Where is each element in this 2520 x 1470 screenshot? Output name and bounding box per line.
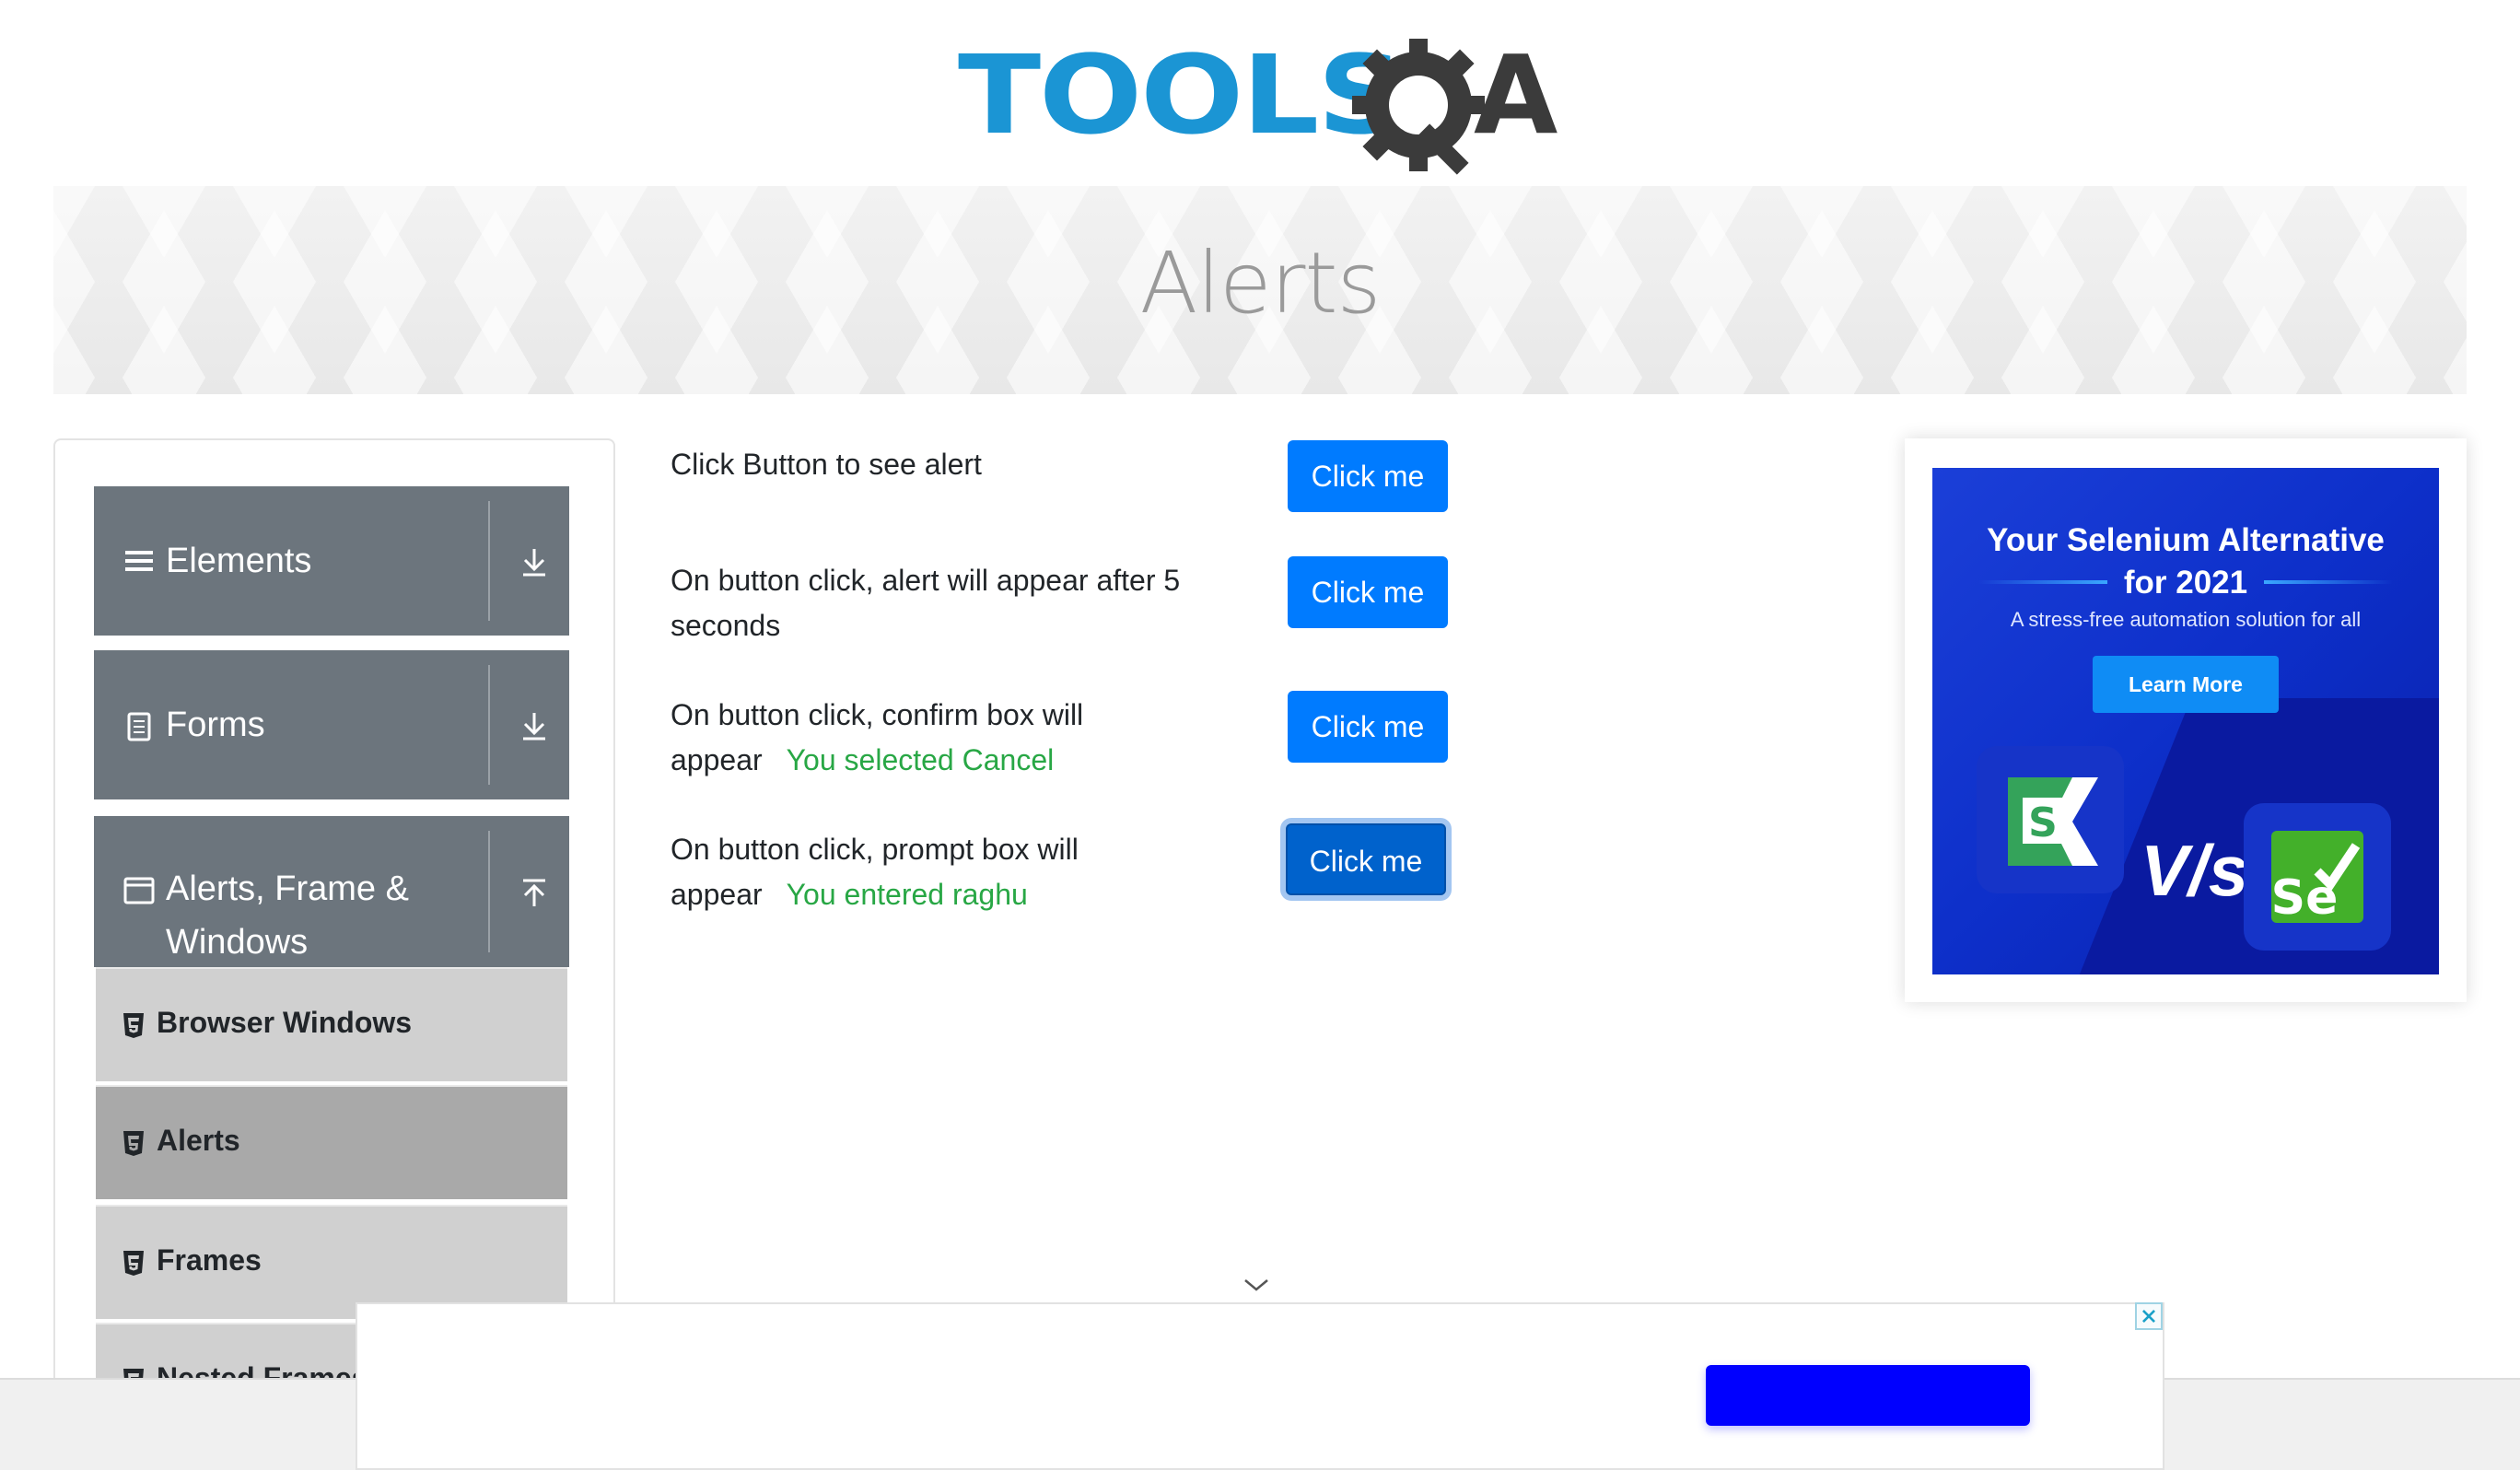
sidebar-group-label: Forms xyxy=(166,706,265,744)
group-divider xyxy=(488,665,490,785)
window-icon xyxy=(123,877,155,904)
html5-icon xyxy=(123,1131,144,1156)
group-divider xyxy=(488,831,490,952)
group-divider xyxy=(488,501,490,621)
sidebar-item-label: Frames xyxy=(157,1243,262,1277)
sidebar-group-forms[interactable]: Forms xyxy=(94,650,569,799)
page-banner: Alerts xyxy=(53,186,2467,394)
html5-icon xyxy=(123,1013,144,1038)
learn-more-button[interactable]: Learn More xyxy=(2093,656,2279,713)
ad-title: Your Selenium Alternative for 2021 xyxy=(1932,519,2439,604)
sidebar-group-alerts-frame-windows[interactable]: Alerts, Frame & Windows xyxy=(94,816,569,967)
sidebar-group-elements[interactable]: Elements xyxy=(94,486,569,636)
logo-text-tools: TOOLS xyxy=(958,31,1405,158)
selenium-logo-icon: Se xyxy=(2271,831,2363,926)
timer-alert-button[interactable]: Click me xyxy=(1288,556,1448,628)
sidebar-item-alerts[interactable]: Alerts xyxy=(96,1085,567,1199)
confirm-button[interactable]: Click me xyxy=(1288,691,1448,763)
alert-row-3-text: On button click, confirm box will appear… xyxy=(671,693,1083,783)
row-description: Click Button to see alert xyxy=(671,448,982,481)
row-description: appear xyxy=(671,878,763,911)
html5-icon xyxy=(123,1251,144,1276)
close-icon[interactable] xyxy=(2135,1302,2163,1330)
sidebar-item-browser-windows[interactable]: Browser Windows xyxy=(96,967,567,1081)
prompt-result: You entered raghu xyxy=(786,878,1028,911)
katalon-logo-box: S xyxy=(1977,746,2124,893)
row-description: On button click, alert will appear after… xyxy=(671,564,1181,597)
upload-arrow-icon[interactable] xyxy=(516,875,553,912)
sidebar-group-label: Alerts, Frame & Windows xyxy=(166,869,409,962)
logo-text-a: A xyxy=(1474,31,1558,158)
overlay-ad-button[interactable] xyxy=(1706,1365,2030,1426)
selenium-letters: Se xyxy=(2271,870,2339,926)
alert-row-1-text: Click Button to see alert xyxy=(671,442,982,487)
ad-decor-line xyxy=(1978,580,2107,584)
page-title: Alerts xyxy=(1139,234,1382,332)
toolsqa-logo[interactable]: TOOLS A xyxy=(958,28,1566,175)
ad-decor-line xyxy=(2264,580,2393,584)
versus-text: V/s xyxy=(2141,830,2249,911)
sidebar-item-label: Alerts xyxy=(157,1124,240,1157)
download-arrow-icon[interactable] xyxy=(516,707,553,744)
alert-button[interactable]: Click me xyxy=(1288,440,1448,512)
row-description: On button click, confirm box will xyxy=(671,698,1084,731)
download-arrow-icon[interactable] xyxy=(516,543,553,580)
alert-row-2-text: On button click, alert will appear after… xyxy=(671,558,1180,648)
prompt-button[interactable]: Click me xyxy=(1286,823,1446,895)
chevron-down-icon[interactable] xyxy=(1242,1275,1271,1295)
alert-row-4-text: On button click, prompt box will appear Y… xyxy=(671,827,1079,917)
confirm-result: You selected Cancel xyxy=(786,743,1055,776)
selenium-logo-box: Se xyxy=(2244,803,2391,951)
sidebar-item-label: Browser Windows xyxy=(157,1006,413,1039)
ad-subtitle: A stress-free automation solution for al… xyxy=(2010,608,2362,631)
katalon-letter: S xyxy=(2028,799,2058,846)
hamburger-icon xyxy=(125,551,153,571)
row-description: appear xyxy=(671,743,763,776)
sidebar-group-label: Elements xyxy=(166,542,312,580)
row-description: seconds xyxy=(671,609,781,642)
row-description: On button click, prompt box will xyxy=(671,833,1079,866)
katalon-logo-icon: S xyxy=(2008,777,2098,866)
selenium-alternative-ad[interactable]: Your Selenium Alternative for 2021 A str… xyxy=(1932,468,2439,974)
ad-title-line: Your Selenium Alternative xyxy=(1987,522,2385,558)
document-icon xyxy=(127,712,151,741)
